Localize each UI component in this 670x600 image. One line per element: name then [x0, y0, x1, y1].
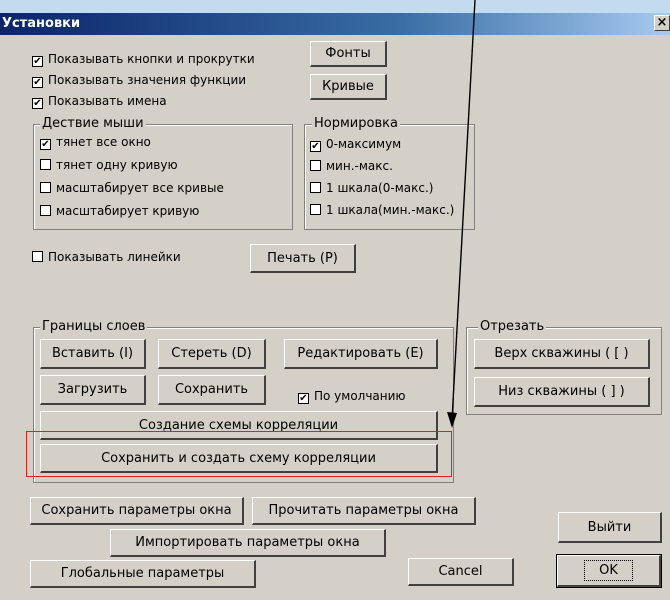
arrow-line [451, 0, 476, 421]
settings-dialog: Установки × ✔ Показывать кнопки и прокрут… [0, 0, 670, 600]
annotation-arrow [447, 0, 476, 428]
arrow-head-icon [447, 412, 457, 428]
